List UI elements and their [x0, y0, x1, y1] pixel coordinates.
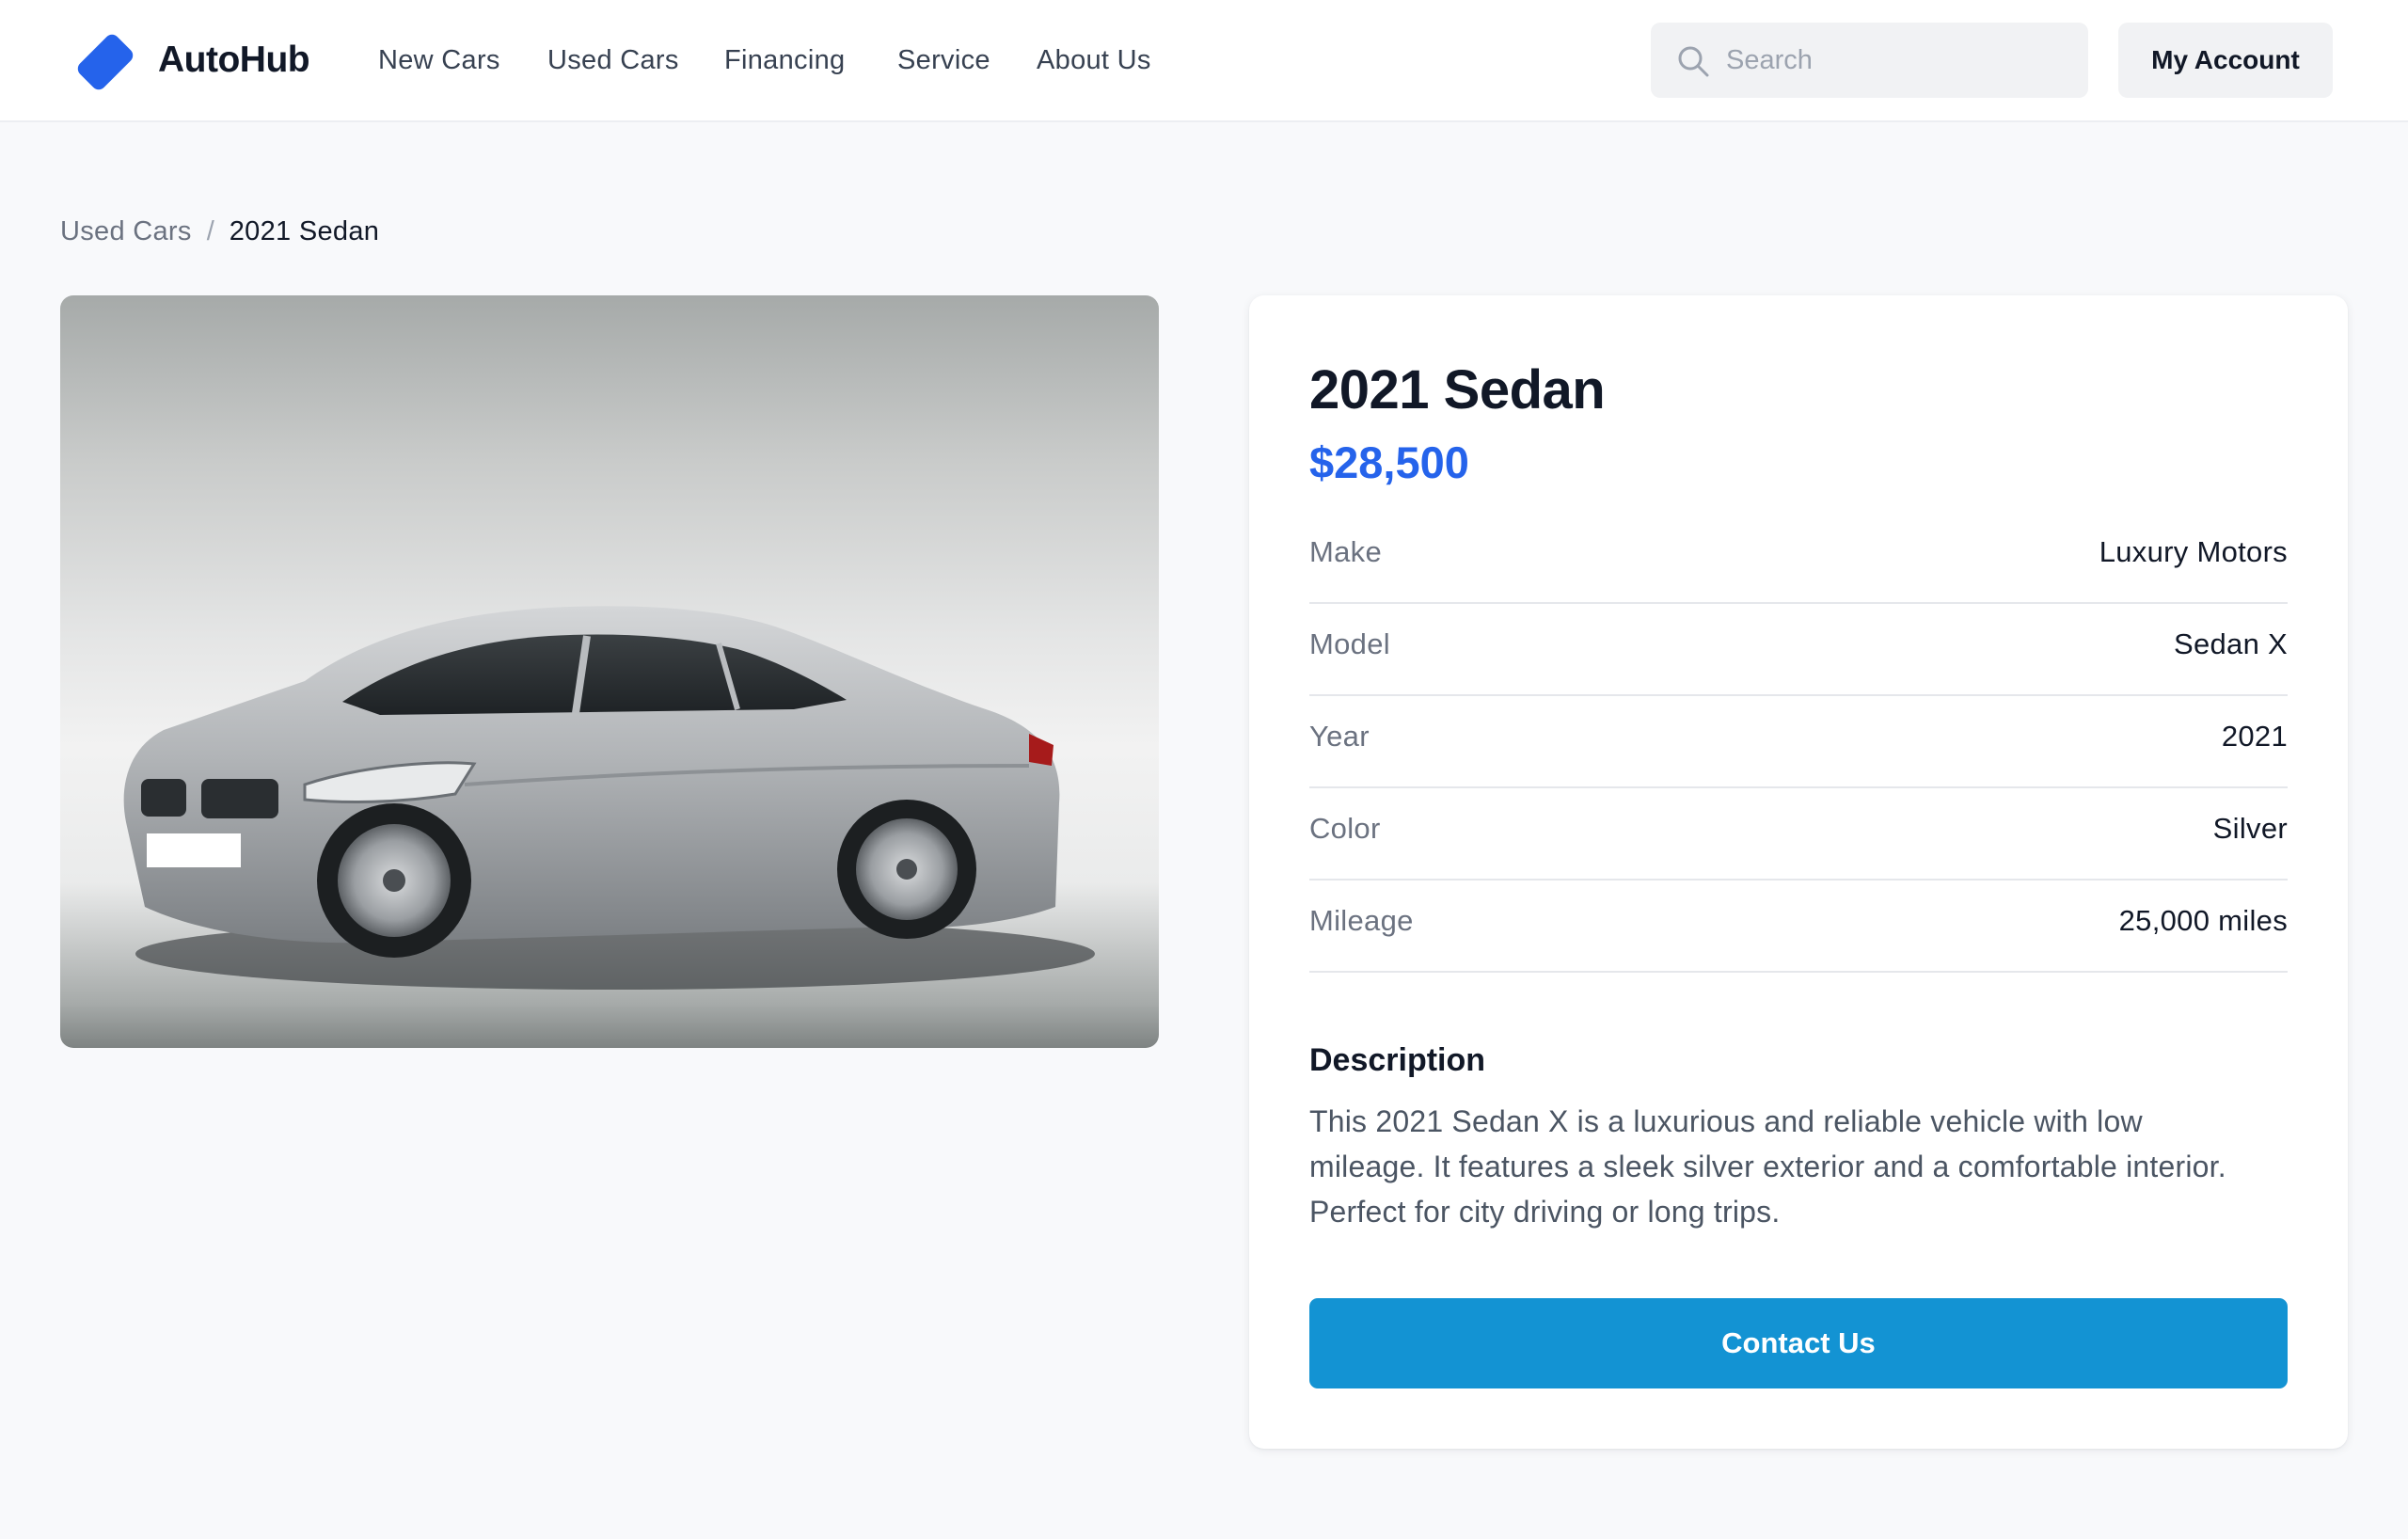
car-photo	[60, 295, 1159, 1048]
car-price: $28,500	[1309, 437, 1469, 487]
search-box	[1651, 23, 2088, 98]
tag-logo-icon[interactable]	[77, 34, 134, 90]
nav-service[interactable]: Service	[897, 43, 990, 77]
nav-used-cars[interactable]: Used Cars	[547, 43, 679, 77]
contact-us-button[interactable]: Contact Us	[1309, 1298, 2288, 1388]
spec-row-year: Year 2021	[1309, 696, 2288, 788]
spec-value: 2021	[2221, 720, 2288, 753]
description-heading: Description	[1309, 1042, 1486, 1078]
search-icon	[1678, 46, 1709, 77]
spec-value: Silver	[2212, 812, 2288, 845]
nav-about-us[interactable]: About Us	[1037, 43, 1151, 77]
spec-label: Mileage	[1309, 904, 1414, 937]
spec-label: Color	[1309, 812, 1381, 845]
spec-row-model: Model Sedan X	[1309, 604, 2288, 696]
spec-row-make: Make Luxury Motors	[1309, 512, 2288, 604]
spec-row-mileage: Mileage 25,000 miles	[1309, 881, 2288, 973]
spec-label: Make	[1309, 535, 1383, 568]
breadcrumb-current: 2021 Sedan	[229, 216, 380, 246]
nav-new-cars[interactable]: New Cars	[378, 43, 500, 77]
car-details-card: 2021 Sedan $28,500 Make Luxury Motors Mo…	[1249, 295, 2348, 1449]
car-title: 2021 Sedan	[1309, 359, 1606, 420]
my-account-button[interactable]: My Account	[2118, 23, 2333, 98]
breadcrumb-used-cars[interactable]: Used Cars	[60, 214, 192, 248]
top-header: AutoHub New Cars Used Cars Financing Ser…	[0, 0, 2408, 122]
brand-name[interactable]: AutoHub	[158, 38, 310, 83]
spec-value: 25,000 miles	[2118, 904, 2288, 937]
spec-value: Sedan X	[2173, 627, 2288, 660]
description-text: This 2021 Sedan X is a luxurious and rel…	[1309, 1104, 2226, 1229]
search-input[interactable]	[1726, 23, 2074, 98]
sedan-illustration	[123, 606, 1095, 990]
spec-label: Model	[1309, 627, 1390, 660]
nav-financing[interactable]: Financing	[724, 43, 845, 77]
spec-row-color: Color Silver	[1309, 788, 2288, 881]
spec-label: Year	[1309, 720, 1370, 753]
breadcrumb: Used Cars / 2021 Sedan	[60, 214, 379, 248]
spec-value: Luxury Motors	[2099, 535, 2288, 568]
breadcrumb-separator: /	[206, 216, 214, 246]
